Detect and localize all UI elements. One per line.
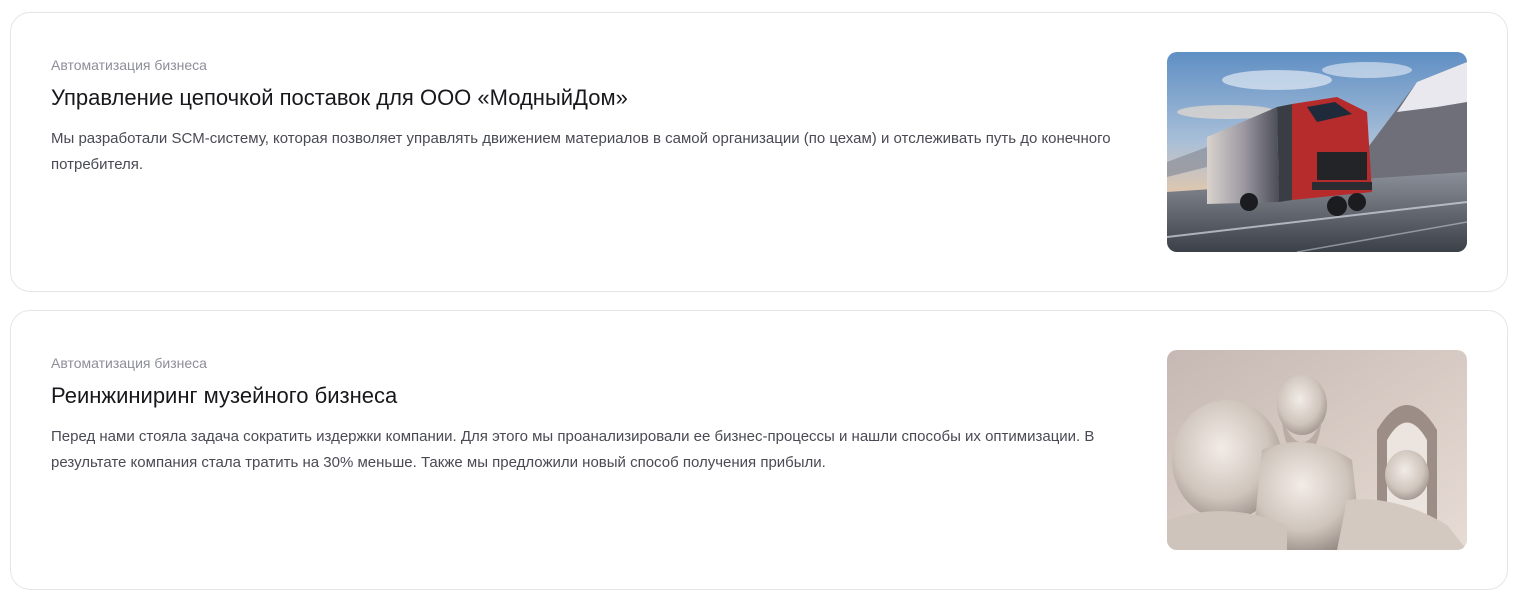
- truck-image[interactable]: [1167, 52, 1467, 252]
- truck-on-mountain-road-image: [1167, 52, 1467, 252]
- case-card[interactable]: Автоматизация бизнеса Управление цепочко…: [10, 12, 1508, 292]
- case-category: Автоматизация бизнеса: [51, 355, 207, 371]
- case-description: Мы разработали SCM-систему, которая позв…: [51, 130, 1111, 173]
- case-card-text: Автоматизация бизнеса Управление цепочко…: [51, 55, 1131, 178]
- case-description: Перед нами стояла задача сократить издер…: [51, 428, 1095, 471]
- marble-statue-image: [1167, 350, 1467, 550]
- case-list: Автоматизация бизнеса Управление цепочко…: [0, 0, 1520, 599]
- statue-image[interactable]: [1167, 350, 1467, 550]
- case-card-text: Автоматизация бизнеса Реинжиниринг музей…: [51, 353, 1131, 476]
- case-category: Автоматизация бизнеса: [51, 57, 207, 73]
- case-card[interactable]: Автоматизация бизнеса Реинжиниринг музей…: [10, 310, 1508, 590]
- case-title[interactable]: Управление цепочкой поставок для ООО «Мо…: [51, 84, 1131, 112]
- case-title[interactable]: Реинжиниринг музейного бизнеса: [51, 382, 1131, 410]
